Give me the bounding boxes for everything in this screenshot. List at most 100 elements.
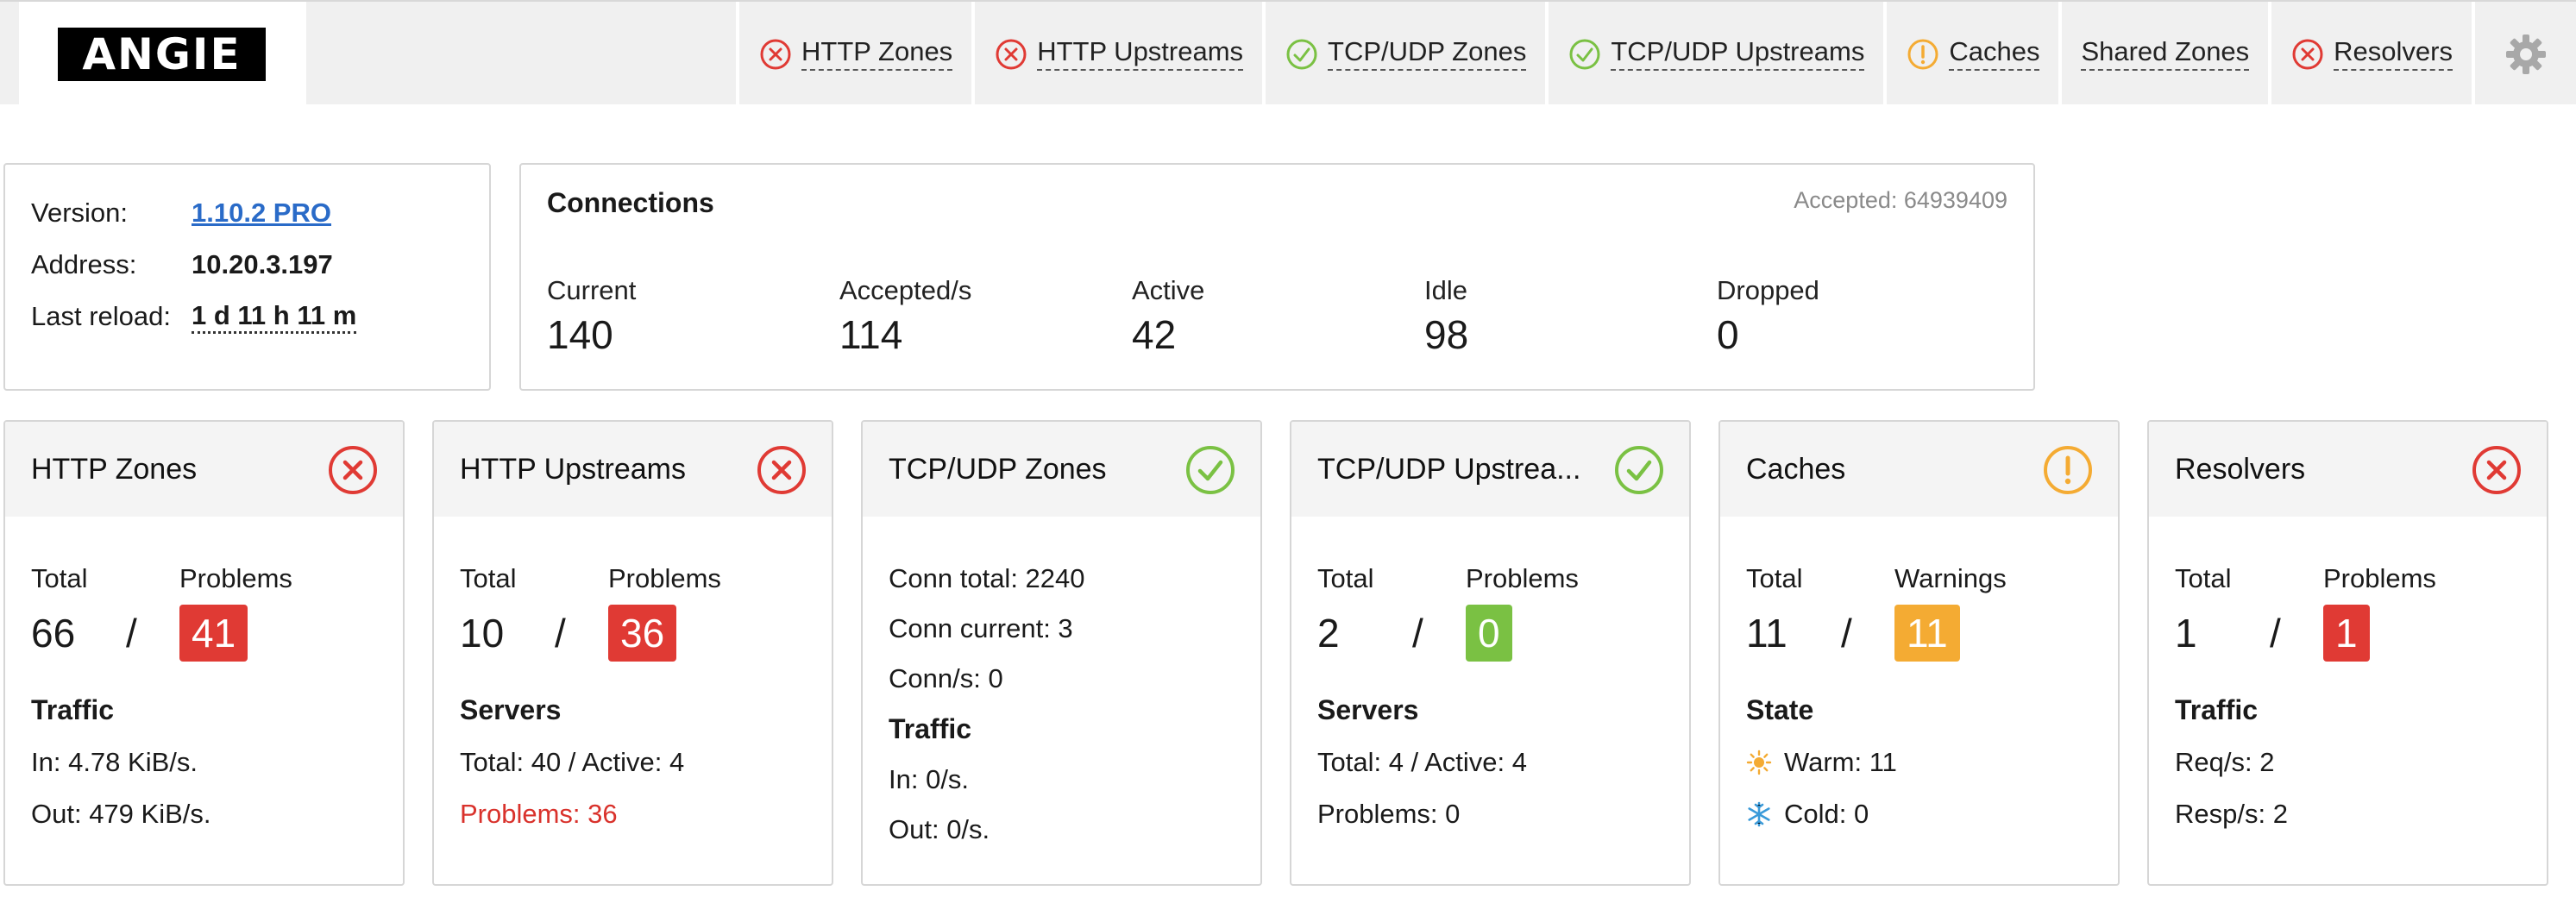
total-label: Total bbox=[31, 563, 88, 593]
total-label: Total bbox=[460, 563, 517, 593]
card-header: Caches bbox=[1720, 422, 2118, 517]
conn-current: Conn current: 3 bbox=[889, 613, 1073, 643]
totals-values: 10 / 36 bbox=[460, 605, 806, 662]
tab-label: Resolvers bbox=[2334, 37, 2453, 71]
address-label: Address: bbox=[31, 249, 137, 279]
card-header: TCP/UDP Upstrea... bbox=[1291, 422, 1689, 517]
card-title: HTTP Zones bbox=[31, 452, 198, 486]
tab-http-zones[interactable]: HTTP Zones bbox=[736, 2, 971, 106]
card-body: Total Problems 2 / 0 Servers Total: 4 / … bbox=[1291, 517, 1689, 830]
logo-cell: ANGIE bbox=[19, 2, 306, 106]
card-title: TCP/UDP Zones bbox=[889, 452, 1107, 486]
metric-label: Active bbox=[1132, 275, 1205, 305]
metric-dropped: Dropped 0 bbox=[1717, 275, 2009, 358]
problems-label: Problems bbox=[179, 563, 292, 593]
card-body: Total Problems 10 / 36 Servers Total: 40… bbox=[434, 517, 832, 830]
total-value: 11 bbox=[1746, 611, 1787, 656]
tab-resolvers[interactable]: Resolvers bbox=[2268, 2, 2472, 106]
ok-icon bbox=[1186, 446, 1235, 494]
traffic-out: Out: 479 KiB/s. bbox=[31, 799, 211, 829]
requests-per-sec: Req/s: 2 bbox=[2175, 747, 2275, 777]
totals-values: 66 / 41 bbox=[31, 605, 377, 662]
servers-summary: Total: 40 / Active: 4 bbox=[460, 747, 685, 777]
reload-label: Last reload: bbox=[31, 301, 171, 331]
traffic-in: In: 0/s. bbox=[889, 764, 970, 794]
connections-panel: Connections Accepted: 64939409 Current 1… bbox=[519, 163, 2035, 391]
tab-label: TCP/UDP Upstreams bbox=[1611, 37, 1865, 71]
problems-label: Problems bbox=[2323, 563, 2436, 593]
totals-values: 1 / 1 bbox=[2175, 605, 2521, 662]
section-title: Servers bbox=[1317, 694, 1419, 725]
totals-labels: Total Warnings bbox=[1746, 563, 2092, 594]
section-title: State bbox=[1746, 694, 1814, 725]
error-icon bbox=[329, 446, 377, 494]
separator: / bbox=[1412, 611, 1423, 656]
total-value: 1 bbox=[2175, 611, 2197, 656]
servers-problems: Problems: 0 bbox=[1317, 799, 1461, 829]
gear-icon bbox=[2505, 34, 2546, 74]
problems-badge: 0 bbox=[1466, 605, 1512, 662]
card-http-zones[interactable]: HTTP Zones Total Problems 66 / 41 Traffi… bbox=[3, 420, 405, 886]
separator: / bbox=[1841, 611, 1852, 656]
card-tcp-udp-zones[interactable]: TCP/UDP Zones Conn total: 2240 Conn curr… bbox=[861, 420, 1262, 886]
accepted-total: Accepted: 64939409 bbox=[1794, 187, 2007, 213]
total-value: 66 bbox=[31, 611, 76, 656]
problems-badge: 1 bbox=[2323, 605, 2370, 662]
card-http-upstreams[interactable]: HTTP Upstreams Total Problems 10 / 36 Se… bbox=[432, 420, 833, 886]
tab-label: TCP/UDP Zones bbox=[1328, 37, 1527, 71]
settings-button[interactable] bbox=[2472, 2, 2576, 106]
metric-idle: Idle 98 bbox=[1424, 275, 1717, 358]
warm-text: Warm: 11 bbox=[1784, 747, 1897, 777]
metric-active: Active 42 bbox=[1132, 275, 1424, 358]
separator: / bbox=[126, 611, 137, 656]
card-caches[interactable]: Caches Total Warnings 11 / 11 State Warm… bbox=[1718, 420, 2120, 886]
metric-value: 114 bbox=[839, 312, 903, 357]
error-icon bbox=[760, 39, 791, 69]
totals-values: 2 / 0 bbox=[1317, 605, 1663, 662]
metric-value: 42 bbox=[1132, 312, 1177, 357]
ok-icon bbox=[1286, 39, 1317, 69]
tab-caches[interactable]: Caches bbox=[1883, 2, 2058, 106]
card-title: Resolvers bbox=[2175, 452, 2306, 486]
sun-icon bbox=[1746, 750, 1772, 775]
snowflake-icon bbox=[1748, 801, 1770, 827]
card-header: Resolvers bbox=[2149, 422, 2547, 517]
tab-tcp-udp-upstreams[interactable]: TCP/UDP Upstreams bbox=[1545, 2, 1883, 106]
error-icon bbox=[757, 446, 806, 494]
cold-state: Cold: 0 bbox=[1746, 799, 2092, 830]
traffic-out: Out: 0/s. bbox=[889, 814, 990, 844]
ok-icon bbox=[1615, 446, 1663, 494]
servers-problems: Problems: 36 bbox=[460, 799, 618, 829]
reload-value[interactable]: 1 d 11 h 11 m bbox=[192, 300, 357, 334]
card-header: HTTP Upstreams bbox=[434, 422, 832, 517]
servers-summary: Total: 4 / Active: 4 bbox=[1317, 747, 1527, 777]
error-icon bbox=[996, 39, 1027, 69]
section-title: Traffic bbox=[2175, 694, 2259, 725]
card-tcp-udp-upstreams[interactable]: TCP/UDP Upstrea... Total Problems 2 / 0 … bbox=[1290, 420, 1691, 886]
card-title: TCP/UDP Upstrea... bbox=[1317, 452, 1581, 486]
tab-label: Shared Zones bbox=[2081, 37, 2250, 71]
tab-label: HTTP Zones bbox=[801, 37, 953, 71]
card-body: Conn total: 2240 Conn current: 3 Conn/s:… bbox=[863, 517, 1260, 845]
tab-label: HTTP Upstreams bbox=[1037, 37, 1244, 71]
version-link[interactable]: 1.10.2 PRO bbox=[192, 198, 331, 229]
metric-accepted-per-sec: Accepted/s 114 bbox=[839, 275, 1132, 358]
total-label: Total bbox=[1317, 563, 1374, 593]
separator: / bbox=[555, 611, 566, 656]
tab-tcp-udp-zones[interactable]: TCP/UDP Zones bbox=[1262, 2, 1545, 106]
metric-value: 98 bbox=[1424, 312, 1469, 357]
angie-logo[interactable]: ANGIE bbox=[58, 28, 266, 81]
tab-shared-zones[interactable]: Shared Zones bbox=[2058, 2, 2268, 106]
card-body: Total Problems 1 / 1 Traffic Req/s: 2 Re… bbox=[2149, 517, 2547, 830]
warm-state: Warm: 11 bbox=[1746, 747, 2092, 778]
error-icon bbox=[2472, 446, 2521, 494]
metric-current: Current 140 bbox=[547, 275, 839, 358]
metric-value: 0 bbox=[1717, 312, 1739, 357]
tab-http-upstreams[interactable]: HTTP Upstreams bbox=[971, 2, 1262, 106]
card-resolvers[interactable]: Resolvers Total Problems 1 / 1 Traffic R… bbox=[2147, 420, 2548, 886]
reload-row: Last reload: 1 d 11 h 11 m bbox=[31, 291, 463, 342]
metric-label: Idle bbox=[1424, 275, 1467, 305]
total-label: Total bbox=[2175, 563, 2232, 593]
section-title: Traffic bbox=[31, 694, 115, 725]
card-header: TCP/UDP Zones bbox=[863, 422, 1260, 517]
